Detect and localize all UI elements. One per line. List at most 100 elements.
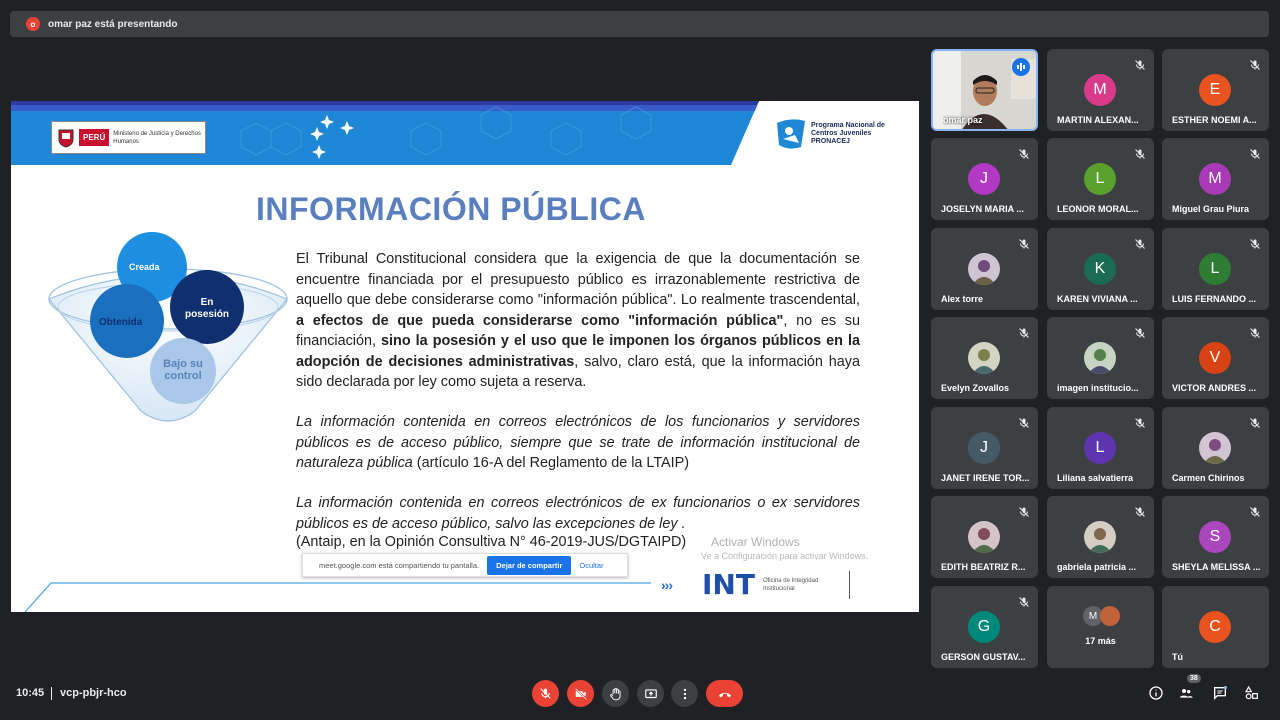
chat-icon [1214, 686, 1227, 700]
diagram-label-creada: Creada [129, 262, 160, 272]
speaking-indicator-icon [1012, 58, 1030, 76]
participant-avatar: L [1199, 253, 1231, 285]
ministry-label: Ministerio de Justicia y Derechos Humano… [113, 130, 201, 145]
participant-tile[interactable]: EDITH BEATRIZ R... [931, 496, 1038, 578]
more-options-button[interactable] [671, 680, 698, 707]
meeting-details-button[interactable] [1147, 684, 1165, 702]
people-icon [1180, 689, 1193, 698]
participant-tile[interactable]: E ESTHER NOEMI A... [1162, 49, 1269, 131]
participant-avatar: L [1084, 432, 1116, 464]
stacked-avatar [1100, 606, 1120, 626]
footer-divider [51, 687, 52, 700]
participant-tile[interactable]: imagen institucio... [1047, 317, 1154, 399]
present-screen-button[interactable] [637, 680, 664, 707]
presenting-label: omar paz está presentando [48, 18, 178, 30]
chat-button[interactable] [1211, 684, 1229, 702]
slide-title: INFORMACIÓN PÚBLICA [256, 191, 646, 227]
participant-tile[interactable]: gabriela patricia ... [1047, 496, 1154, 578]
participant-avatar: E [1199, 74, 1231, 106]
diagram-label-posesion: En posesión [185, 297, 229, 320]
participant-tile[interactable]: L LEONOR MORAL... [1047, 138, 1154, 220]
participant-tile[interactable]: Carmen Chirinos [1162, 407, 1269, 489]
more-vert-icon [683, 688, 686, 699]
participant-tile[interactable]: V VICTOR ANDRES ... [1162, 317, 1269, 399]
participant-tile[interactable]: J JOSELYN MARIA ... [931, 138, 1038, 220]
windows-activation-subtext: Ve a Configuración para activar Windows. [701, 551, 869, 561]
participant-tile[interactable]: C Tú [1162, 586, 1269, 668]
camera-toggle-button[interactable] [567, 680, 594, 707]
participant-tile[interactable]: J JANET IRENE TOR... [931, 407, 1038, 489]
participant-name: Carmen Chirinos [1172, 473, 1245, 483]
participant-avatar [968, 521, 1000, 553]
participant-name: JANET IRENE TOR... [941, 473, 1030, 483]
present-icon [644, 688, 657, 698]
participant-avatar: C [1199, 611, 1231, 643]
participant-tile[interactable]: Alex torre [931, 228, 1038, 310]
muted-mic-icon [1018, 416, 1030, 428]
participant-tile[interactable]: S SHEYLA MELISSA ... [1162, 496, 1269, 578]
participant-name: LUIS FERNANDO ... [1172, 294, 1257, 304]
participants-button[interactable] [1177, 684, 1195, 702]
participant-avatar: K [1084, 253, 1116, 285]
participant-name: ESTHER NOEMI A... [1172, 115, 1257, 125]
hand-icon [609, 687, 621, 700]
activities-button[interactable] [1243, 684, 1261, 702]
participant-avatar [968, 342, 1000, 374]
raise-hand-button[interactable] [602, 680, 629, 707]
screen-share-bar: meet.google.com está compartiendo tu pan… [302, 553, 628, 577]
participant-tile[interactable]: M MARTIN ALEXAN... [1047, 49, 1154, 131]
stop-sharing-button[interactable]: Dejar de compartir [487, 555, 572, 575]
meeting-code: vcp-pbjr-hco [60, 687, 127, 699]
muted-mic-icon [1134, 326, 1146, 338]
participant-avatar: J [968, 163, 1000, 195]
slide-citation: (Antaip, en la Opinión Consultiva N° 46-… [296, 534, 687, 550]
participant-tile[interactable]: M Miguel Grau Piura [1162, 138, 1269, 220]
muted-mic-icon [1249, 147, 1261, 159]
participant-avatar: J [968, 432, 1000, 464]
diagram-label-obtenida: Obtenida [99, 317, 143, 328]
participant-tile[interactable]: L LUIS FERNANDO ... [1162, 228, 1269, 310]
end-call-icon [718, 692, 731, 697]
muted-mic-icon [1134, 416, 1146, 428]
participant-name: JOSELYN MARIA ... [941, 204, 1024, 214]
slide-paragraph-3: La información contenida en correos elec… [296, 495, 860, 532]
participant-tile[interactable]: L Liliana salvatierra [1047, 407, 1154, 489]
int-sub-label: Oficina de Integridad Institucional [762, 577, 819, 592]
diagram-label-control: Bajo su control [163, 358, 203, 382]
participant-name: Evelyn Zovallos [941, 383, 1010, 393]
information-diagram [48, 232, 288, 422]
microphone-toggle-button[interactable] [532, 680, 559, 707]
participant-tile[interactable]: G GERSON GUSTAV... [931, 586, 1038, 668]
shared-screen: PERÚ Ministerio de Justicia y Derechos H… [11, 101, 919, 612]
participant-name: omar paz [943, 115, 983, 125]
pronacej-logo: Programa Nacional de Centros Juveniles P… [775, 117, 901, 151]
participant-avatar: V [1199, 342, 1231, 374]
participant-name: KAREN VIVIANA ... [1057, 294, 1138, 304]
coat-of-arms-icon [55, 124, 77, 151]
participant-name: Tú [1172, 652, 1183, 662]
muted-mic-icon [1249, 326, 1261, 338]
peru-label: PERÚ [79, 129, 110, 146]
windows-activation-watermark: Activar Windows [711, 535, 800, 549]
hide-share-bar-button[interactable]: Ocultar [579, 561, 603, 570]
participant-avatar [1084, 521, 1116, 553]
participant-tile[interactable]: M 17 más [1047, 586, 1154, 668]
participant-name: EDITH BEATRIZ R... [941, 562, 1026, 572]
participant-avatar: G [968, 611, 1000, 643]
participant-name: SHEYLA MELISSA ... [1172, 562, 1261, 572]
participant-name: gabriela patricia ... [1057, 562, 1137, 572]
participant-name: MARTIN ALEXAN... [1057, 115, 1139, 125]
participant-tile[interactable]: Evelyn Zovallos [931, 317, 1038, 399]
para1-text-a: El Tribunal Constitucional considera que… [296, 251, 860, 308]
muted-mic-icon [1134, 147, 1146, 159]
int-divider [848, 570, 850, 599]
participant-count-badge: 38 [1187, 674, 1201, 683]
participant-tile[interactable]: K KAREN VIVIANA ... [1047, 228, 1154, 310]
participant-avatar [968, 253, 1000, 285]
muted-mic-icon [1249, 416, 1261, 428]
participant-name: GERSON GUSTAV... [941, 652, 1026, 662]
leave-call-button[interactable] [706, 680, 743, 707]
muted-mic-icon [1134, 505, 1146, 517]
presenting-indicator-icon: o [26, 17, 40, 31]
participant-tile[interactable]: omar paz [931, 49, 1038, 131]
